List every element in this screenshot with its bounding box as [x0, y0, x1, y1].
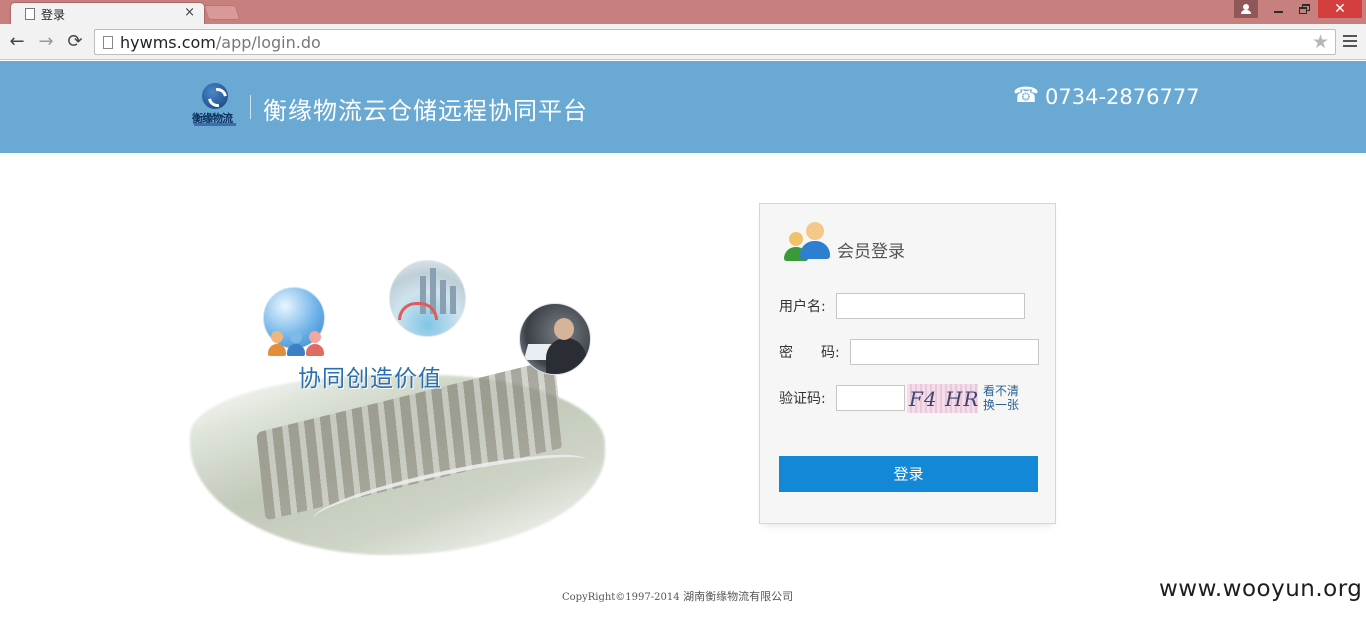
address-bar[interactable]: hywms.com/app/login.do ★ [94, 29, 1336, 55]
browser-tab[interactable]: 登录 × [10, 2, 205, 24]
password-input[interactable] [850, 339, 1039, 365]
tab-close-icon[interactable]: × [184, 5, 195, 21]
refresh-captcha-link[interactable]: 看不清 换一张 [983, 384, 1023, 412]
copyright-company: 湖南衡缘物流有限公司 [683, 590, 794, 603]
site-title: 衡缘物流云仓储远程协同平台 [263, 97, 588, 125]
logo-underline [194, 123, 236, 126]
phone-icon: ☎ [1013, 83, 1040, 107]
logo-mark-icon [202, 83, 228, 109]
minimize-button[interactable] [1266, 0, 1292, 18]
page-icon [25, 8, 35, 20]
tab-title: 登录 [41, 8, 66, 22]
header-divider [250, 95, 251, 119]
browser-toolbar: ← → ⟳ hywms.com/app/login.do ★ [0, 24, 1366, 60]
url-path: /app/login.do [215, 33, 321, 52]
members-icon [784, 220, 830, 261]
captcha-image[interactable]: F4 HR [907, 384, 978, 413]
captcha-input[interactable] [836, 385, 905, 411]
back-arrow-icon[interactable]: ← [6, 31, 28, 53]
url-host: hywms.com [120, 33, 216, 52]
site-header: 衡缘物流 衡缘物流云仓储远程协同平台 ☎ 0734-2876777 [0, 61, 1366, 153]
login-panel: 会员登录 用户名: 密 码: 验证码: F4 HR 看不清 换一张 登录 [759, 203, 1056, 524]
window-close-button[interactable]: ✕ [1318, 0, 1362, 18]
banner-illustration: 协同创造价值 [190, 255, 610, 560]
city-skyline-image [389, 260, 466, 337]
page-icon [103, 36, 113, 49]
businessman-image [519, 303, 591, 375]
banner-slogan: 协同创造价值 [298, 366, 442, 392]
browser-titlebar: 登录 × ✕ [0, 0, 1366, 24]
login-button[interactable]: 登录 [779, 456, 1038, 492]
refresh-line-2: 换一张 [983, 398, 1020, 412]
captcha-code: F4 HR [909, 387, 980, 411]
company-logo[interactable]: 衡缘物流 [190, 83, 240, 129]
watermark-text: www.wooyun.org [1159, 576, 1363, 602]
new-tab-button[interactable] [203, 5, 241, 20]
username-input[interactable] [836, 293, 1025, 319]
captcha-label: 验证码: [779, 391, 826, 407]
copyright-years: CopyRight©1997-2014 [562, 592, 680, 603]
username-label: 用户名: [779, 299, 826, 315]
password-label: 密 码: [779, 345, 840, 361]
phone-number: 0734-2876777 [1045, 85, 1200, 109]
copyright: CopyRight©1997-2014 湖南衡缘物流有限公司 [562, 588, 793, 604]
browser-menu-icon[interactable] [1343, 35, 1357, 49]
restore-button[interactable] [1292, 0, 1318, 18]
url-text[interactable]: hywms.com/app/login.do [120, 33, 321, 52]
user-profile-icon[interactable] [1234, 0, 1258, 18]
forward-arrow-icon[interactable]: → [35, 31, 57, 53]
refresh-line-1: 看不清 [983, 384, 1020, 398]
panel-title: 会员登录 [837, 242, 905, 262]
bookmark-star-icon[interactable]: ★ [1312, 31, 1329, 53]
reload-icon[interactable]: ⟳ [64, 31, 86, 53]
people-group-icon [268, 317, 324, 357]
